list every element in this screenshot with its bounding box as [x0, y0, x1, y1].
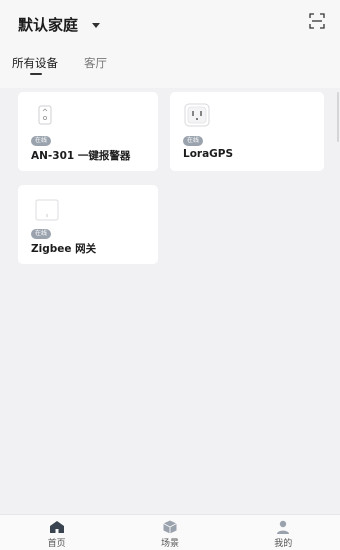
gateway-icon [34, 197, 60, 223]
room-tabs: 所有设备 客厅 [12, 55, 107, 75]
scrollbar[interactable] [337, 92, 339, 142]
profile-icon [277, 520, 290, 534]
nav-label: 场景 [160, 538, 179, 549]
nav-profile[interactable]: 我的 [253, 517, 313, 549]
caret-down-icon [92, 23, 101, 28]
nav-home[interactable]: 首页 [27, 517, 87, 549]
home-selector[interactable]: 默认家庭 [18, 14, 101, 35]
home-icon [49, 520, 64, 533]
top-bar: 默认家庭 所有设备 客厅 [0, 0, 340, 88]
nav-label: 我的 [274, 538, 293, 549]
device-card-gateway[interactable]: 在线 Zigbee 网关 [18, 185, 158, 264]
device-name: LoraGPS [183, 148, 234, 160]
bottom-nav: 首页 场景 我的 [0, 514, 340, 550]
scan-icon[interactable] [309, 13, 325, 29]
alarm-button-icon [32, 102, 58, 128]
status-badge: 在线 [31, 229, 52, 239]
tab-all-devices[interactable]: 所有设备 [12, 55, 58, 75]
scene-icon [163, 520, 177, 533]
tab-living-room[interactable]: 客厅 [84, 55, 107, 71]
home-name: 默认家庭 [18, 16, 79, 34]
nav-label: 首页 [47, 538, 66, 549]
status-badge: 在线 [31, 136, 52, 146]
device-name: Zigbee 网关 [31, 243, 97, 255]
device-card-loragps[interactable]: 在线 LoraGPS [170, 92, 324, 171]
status-badge: 在线 [183, 136, 204, 146]
device-name: AN-301 一键报警器 [31, 150, 131, 162]
device-card-alarm[interactable]: 在线 AN-301 一键报警器 [18, 92, 158, 171]
socket-icon [184, 102, 210, 128]
nav-scene[interactable]: 场景 [140, 517, 200, 549]
